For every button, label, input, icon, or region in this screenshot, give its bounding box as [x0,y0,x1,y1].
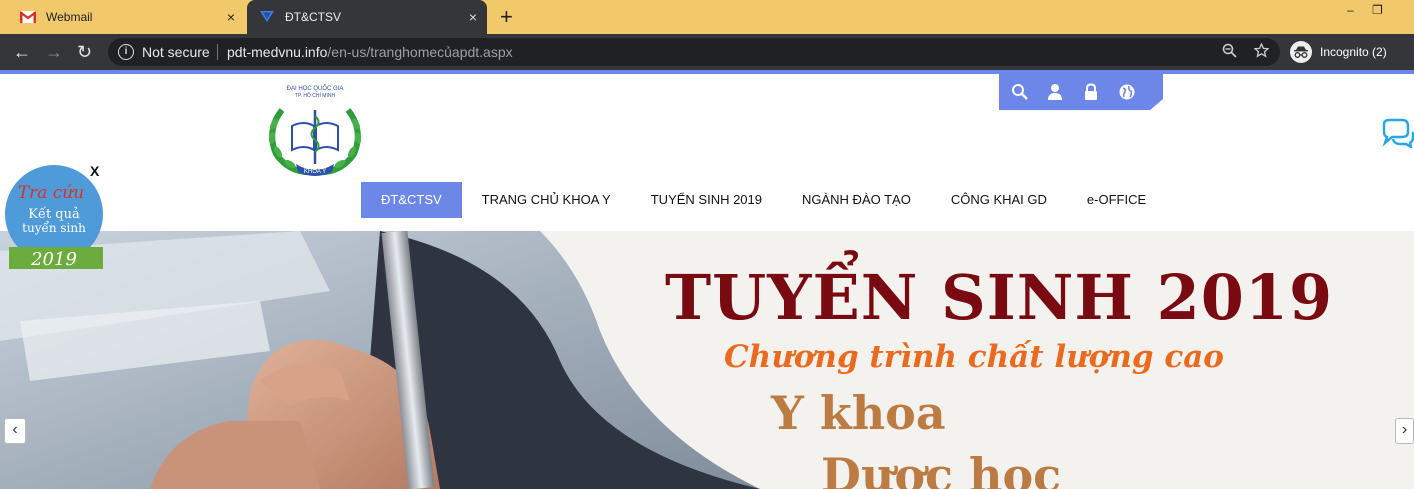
gmail-icon [20,9,36,25]
minimize-icon[interactable]: – [1347,3,1354,17]
menu-item-dtctsv[interactable]: ĐT&CTSV [361,182,462,218]
url-path: /en-us/tranghomecủapdt.aspx [327,44,513,60]
close-tab-icon[interactable]: × [227,9,235,25]
url-host: pdt-medvnu.info [227,44,328,60]
new-tab-button[interactable]: + [500,6,513,28]
menu-item-tuyen-sinh-2019[interactable]: TUYỂN SINH 2019 [631,182,782,218]
hero-program-y-khoa: Y khoa [771,386,946,440]
khoa-y-logo[interactable]: KHOA Y ĐẠI HỌC QUỐC GIA TP. HỒ CHÍ MINH [262,80,368,178]
incognito-icon [1290,41,1312,63]
badge-line2: Kết quả [28,206,80,222]
reload-button[interactable]: ↻ [77,42,92,62]
divider [217,44,218,60]
menu-item-cong-khai-gd[interactable]: CÔNG KHAI GD [931,182,1067,218]
browser-tabstrip: Webmail × ĐT&CTSV × + – ❐ [0,0,1414,34]
badge-line3: tuyển sinh [22,220,86,235]
svg-text:ĐẠI HỌC QUỐC GIA: ĐẠI HỌC QUỐC GIA [287,85,344,92]
corner-fold [1149,99,1163,111]
restore-icon[interactable]: ❐ [1372,3,1383,17]
main-menu: ĐT&CTSV TRANG CHỦ KHOA Y TUYỂN SINH 2019… [361,182,1166,218]
hero-title: TUYỂN SINH 2019 [665,261,1334,334]
tab-webmail[interactable]: Webmail × [0,0,245,34]
hero-photo [0,231,760,489]
utility-icon-bar [999,74,1163,111]
svg-text:KHOA Y: KHOA Y [304,169,326,175]
badge-close-button[interactable]: X [90,163,99,179]
bookmark-star-icon[interactable] [1253,42,1270,62]
result-lookup-badge[interactable]: Tra cứu Kết quả tuyển sinh 2019 [4,164,104,272]
slider-next-button[interactable]: › [1395,418,1414,444]
address-bar[interactable]: i Not secure pdt-medvnu.info/en-us/trang… [108,38,1280,66]
incognito-label: Incognito (2) [1320,45,1387,59]
tab-label: ĐT&CTSV [285,10,342,24]
hero-subtitle: Chương trình chất lượng cao [724,339,1224,375]
site-favicon [259,9,275,25]
slider-prev-button[interactable]: ‹ [4,418,26,444]
chat-icon[interactable] [1380,118,1414,150]
tab-label: Webmail [46,10,93,24]
hero-program-duoc-hoc: Dược học [821,448,1062,489]
menu-item-nganh-dao-tao[interactable]: NGÀNH ĐÀO TẠO [782,182,931,218]
badge-year: 2019 [30,249,77,270]
zoom-icon[interactable] [1222,43,1237,62]
incognito-indicator[interactable]: Incognito (2) [1290,40,1387,64]
user-icon[interactable] [1046,83,1064,101]
url-text[interactable]: pdt-medvnu.info/en-us/tranghomecủapdt.as… [227,44,513,60]
close-tab-icon[interactable]: × [469,9,477,25]
info-icon[interactable]: i [118,44,134,60]
forward-button[interactable]: → [45,42,63,62]
browser-toolbar: ← → ↻ i Not secure pdt-medvnu.info/en-us… [0,34,1414,70]
hero-banner[interactable]: TUYỂN SINH 2019 Chương trình chất lượng … [0,231,1414,489]
search-icon[interactable] [1011,83,1029,101]
accent-line [0,70,1414,74]
globe-icon[interactable] [1118,83,1136,101]
lock-icon[interactable] [1082,83,1100,101]
tab-dtctsv[interactable]: ĐT&CTSV × [247,0,487,34]
badge-line1: Tra cứu [18,183,84,203]
svg-text:TP. HỒ CHÍ MINH: TP. HỒ CHÍ MINH [295,92,336,99]
security-status: Not secure [142,44,210,60]
menu-item-e-office[interactable]: e-OFFICE [1067,182,1166,218]
menu-item-trang-chu-khoa-y[interactable]: TRANG CHỦ KHOA Y [462,182,631,218]
back-button[interactable]: ← [13,42,31,62]
